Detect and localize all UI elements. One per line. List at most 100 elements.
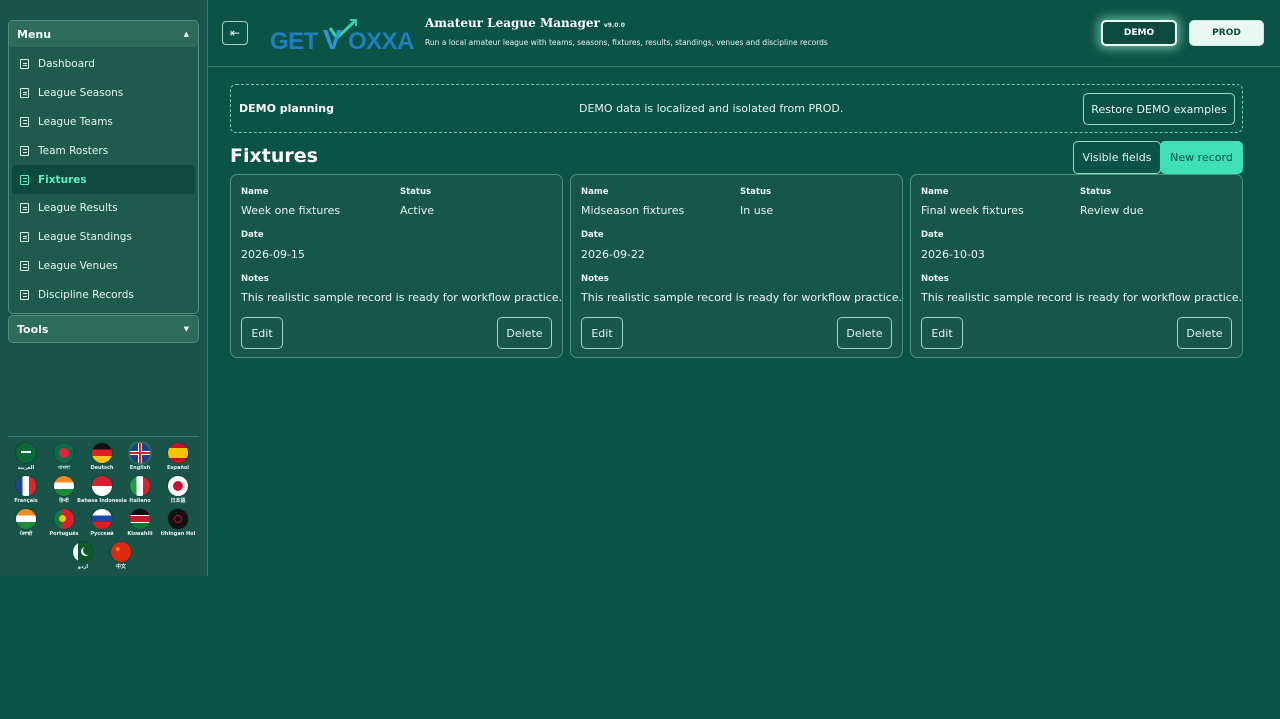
language-label: 日本語 [170,498,186,504]
record-name: Midseason fixtures [581,204,685,217]
language-option-russian[interactable]: Русский [84,509,120,537]
language-option-swahili[interactable]: Kiswahili [122,509,158,537]
language-label: English [129,465,151,471]
prod-env-button[interactable]: PROD [1189,20,1264,46]
bangladesh-flag-icon [54,443,74,463]
language-option-spanish[interactable]: Español [160,443,196,471]
record-name: Final week fixtures [921,204,1024,217]
language-option-punjabi[interactable]: ਪੰਜਾਬੀ [8,509,44,537]
record-card: Name Status Final week fixtures Review d… [910,174,1243,358]
language-label: हिन्दी [59,498,69,504]
language-option-indonesian[interactable]: Bahasa Indonesia [77,476,127,504]
record-card: Name Status Midseason fixtures In use Da… [570,174,903,358]
demo-env-button[interactable]: DEMO [1101,20,1177,46]
sidebar: Menu ▲ Dashboard League Seasons League T… [0,0,208,576]
collapse-sidebar-icon: ⇤ [229,26,241,40]
language-option-arabic[interactable]: العربية [8,443,44,471]
menu-panel: Menu ▲ Dashboard League Seasons League T… [8,20,199,315]
edit-button[interactable]: Edit [581,317,623,349]
sidebar-item-league-seasons[interactable]: League Seasons [12,79,195,108]
language-label: tlhIngan Hol [160,531,196,537]
language-label: اردو [77,564,89,570]
india-flag-icon [16,509,36,529]
name-label: Name [921,187,949,197]
edit-button[interactable]: Edit [241,317,283,349]
caret-up-icon: ▲ [183,30,189,38]
collapse-sidebar-button[interactable]: ⇤ [222,21,248,45]
document-icon [20,289,29,300]
document-icon [20,174,29,185]
record-card: Name Status Week one fixtures Active Dat… [230,174,563,358]
language-option-urdu[interactable]: اردو [65,542,101,570]
status-label: Status [1080,187,1112,197]
sidebar-item-team-rosters[interactable]: Team Rosters [12,136,195,165]
sidebar-item-label: League Teams [38,115,113,128]
menu-title: Menu [17,27,52,41]
language-label: Português [49,531,79,537]
language-option-english[interactable]: English [122,443,158,471]
name-label: Name [581,187,609,197]
sidebar-item-league-standings[interactable]: League Standings [12,223,195,252]
edit-button[interactable]: Edit [921,317,963,349]
restore-demo-button[interactable]: Restore DEMO examples [1083,93,1235,125]
date-label: Date [921,230,944,240]
language-option-klingon[interactable]: tlhIngan Hol [160,509,196,537]
language-option-german[interactable]: Deutsch [84,443,120,471]
getvoxxa-logo: GET V OXXA [268,18,415,55]
sidebar-item-fixtures[interactable]: Fixtures [12,165,195,194]
sidebar-item-label: Fixtures [38,173,87,186]
menu-panel-header[interactable]: Menu ▲ [9,21,198,47]
sidebar-item-league-venues[interactable]: League Venues [12,252,195,281]
document-icon [20,203,29,214]
language-option-french[interactable]: Français [8,476,44,504]
delete-button[interactable]: Delete [1177,317,1232,349]
pakistan-flag-icon [73,542,93,562]
saudi-flag-icon [16,443,36,463]
language-label: Italiano [129,498,151,504]
record-status: Review due [1080,204,1144,217]
sidebar-item-league-results[interactable]: League Results [12,194,195,223]
tools-panel-header[interactable]: Tools ▼ [9,316,198,342]
record-date: 2026-09-15 [241,248,305,261]
language-option-japanese[interactable]: 日本語 [160,476,196,504]
document-icon [20,232,29,243]
name-label: Name [241,187,269,197]
notes-label: Notes [241,274,269,284]
china-flag-icon: ★ [111,542,131,562]
sidebar-item-label: Dashboard [38,58,95,71]
delete-button[interactable]: Delete [497,317,552,349]
india-flag-icon [54,476,74,496]
visible-fields-button[interactable]: Visible fields [1073,141,1161,174]
language-option-chinese[interactable]: ★ 中文 [103,542,139,570]
record-notes: This realistic sample record is ready fo… [581,291,903,304]
sidebar-item-dashboard[interactable]: Dashboard [12,50,195,79]
spain-flag-icon [168,443,188,463]
france-flag-icon [16,476,36,496]
status-label: Status [400,187,432,197]
language-label: Русский [90,531,114,537]
delete-button[interactable]: Delete [837,317,892,349]
sidebar-item-league-teams[interactable]: League Teams [12,108,195,137]
document-icon [20,88,29,99]
status-label: Status [740,187,772,197]
sidebar-item-label: Discipline Records [38,288,134,301]
language-label: Kiswahili [127,531,153,537]
document-icon [20,59,29,70]
app-version: v9.0.0 [603,22,625,29]
demo-banner: DEMO planning DEMO data is localized and… [230,84,1243,133]
language-option-portuguese[interactable]: Português [46,509,82,537]
uk-flag-icon [130,443,150,463]
language-label: Bahasa Indonesia [77,498,127,504]
sidebar-item-discipline-records[interactable]: Discipline Records [12,280,195,309]
language-option-bengali[interactable]: বাংলা [46,443,82,471]
language-label: Español [166,465,190,471]
new-record-button[interactable]: New record [1160,141,1243,174]
top-header: ⇤ GET V OXXA Amateur League Manager v9.0.0 … [208,0,1280,67]
tools-panel: Tools ▼ [8,315,199,343]
app-title: Amateur League Manager v9.0.0 [425,16,625,30]
record-status: Active [400,204,435,217]
language-option-italian[interactable]: Italiano [122,476,158,504]
sidebar-item-label: League Venues [38,259,118,272]
tools-title: Tools [17,322,49,336]
record-status: In use [740,204,774,217]
